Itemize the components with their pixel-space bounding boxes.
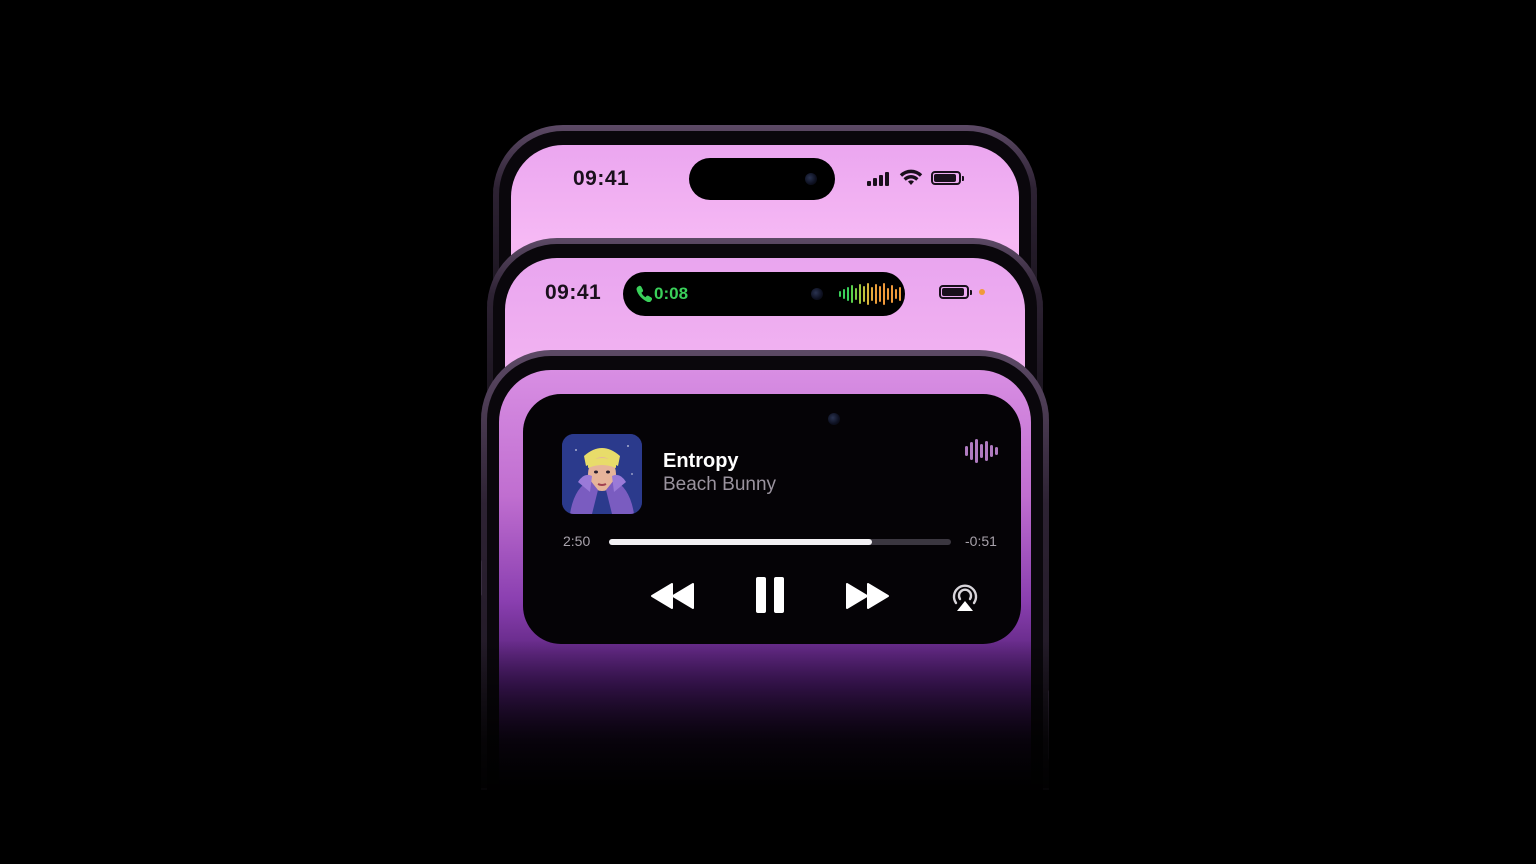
waveform-icon (839, 282, 901, 306)
status-bar: 09:41 (511, 145, 1019, 205)
battery-icon (939, 285, 972, 299)
power-button (1048, 690, 1049, 760)
side-button (481, 560, 482, 596)
product-showcase: 09:41 09:41 0:08 Entropy Beach Bunny 2:5… (0, 0, 1536, 864)
recording-dot-icon (979, 289, 985, 295)
signal-icon (867, 172, 889, 186)
progress-scrubber[interactable] (609, 539, 951, 545)
remaining-time: -0:51 (965, 533, 997, 549)
fast-forward-icon[interactable] (844, 582, 890, 610)
now-playing-card[interactable]: Entropy Beach Bunny 2:50 -0:51 (523, 394, 1021, 644)
battery-icon (931, 171, 964, 185)
iphone-front: Entropy Beach Bunny 2:50 -0:51 (481, 350, 1049, 790)
status-time: 09:41 (545, 281, 602, 304)
pause-icon[interactable] (754, 575, 786, 615)
dynamic-island (689, 158, 835, 200)
progress-fill (609, 539, 873, 545)
status-bar: 09:41 0:08 (505, 258, 1025, 318)
phone-screen: Entropy Beach Bunny 2:50 -0:51 (499, 370, 1031, 790)
call-duration: 0:08 (654, 284, 689, 303)
elapsed-time: 2:50 (563, 533, 591, 549)
front-camera-icon (811, 288, 823, 300)
album-cover-image (562, 434, 642, 514)
wifi-icon (899, 169, 923, 185)
front-camera-icon (805, 173, 817, 185)
status-time: 09:41 (573, 167, 630, 190)
front-camera-icon (828, 413, 840, 425)
song-title: Entropy (663, 450, 739, 472)
rewind-icon[interactable] (650, 582, 696, 610)
dynamic-island-call[interactable]: 0:08 (623, 272, 905, 316)
airplay-icon[interactable] (948, 579, 982, 613)
audio-waveform-icon (965, 439, 998, 463)
song-artist: Beach Bunny (663, 474, 777, 495)
phone-icon (636, 285, 652, 302)
album-art[interactable] (562, 434, 642, 514)
